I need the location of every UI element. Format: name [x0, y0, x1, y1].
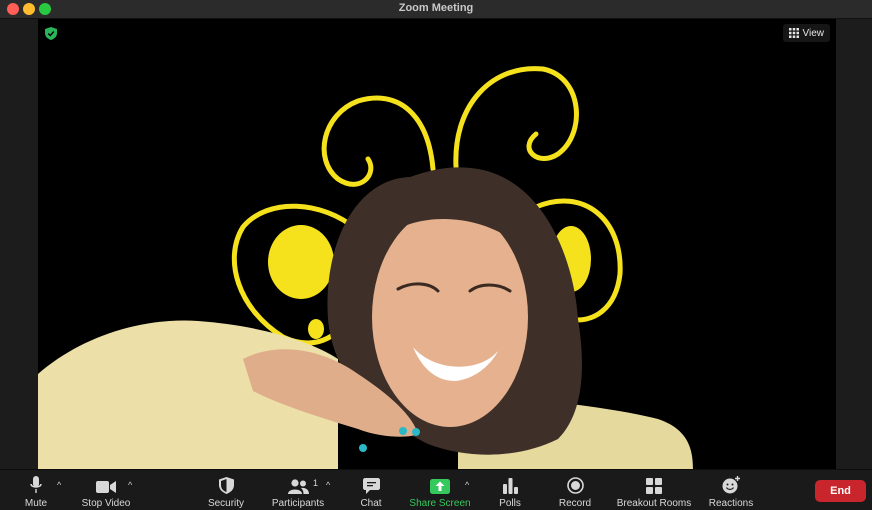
breakout-rooms-icon [646, 478, 662, 494]
encryption-shield-icon[interactable] [45, 27, 57, 40]
microphone-icon [30, 476, 42, 493]
polls-button[interactable]: Polls [496, 474, 524, 510]
share-screen-label: Share Screen [409, 498, 471, 509]
record-icon [566, 477, 584, 494]
security-label: Security [207, 498, 245, 509]
title-bar: Zoom Meeting [0, 0, 872, 19]
security-shield-icon [218, 477, 234, 494]
video-options-chevron-up-icon[interactable]: ^ [128, 480, 132, 490]
polls-bar-chart-icon [502, 478, 518, 494]
security-button[interactable]: Security [205, 474, 247, 510]
reactions-label: Reactions [708, 498, 754, 509]
end-meeting-button[interactable]: End [815, 480, 866, 502]
participants-options-chevron-up-icon[interactable]: ^ [326, 480, 330, 490]
share-screen-icon [430, 479, 450, 494]
reactions-button[interactable]: Reactions [706, 474, 756, 510]
video-feed-illustration [38, 66, 693, 469]
audio-options-chevron-up-icon[interactable]: ^ [57, 480, 61, 490]
stop-video-label: Stop Video [81, 498, 131, 509]
grid-icon [788, 28, 799, 38]
video-camera-icon [96, 481, 116, 493]
stop-video-button[interactable]: Stop Video [80, 474, 132, 510]
antenna-doodles [321, 66, 579, 187]
chat-bubble-icon [362, 478, 380, 494]
chat-label: Chat [360, 498, 382, 509]
participant-video: View [38, 19, 836, 469]
participant-count-badge: 1 [313, 478, 319, 488]
meeting-toolbar: Mute ^ Stop Video ^ Security Participant… [0, 469, 872, 510]
view-label: View [802, 27, 825, 39]
chat-button[interactable]: Chat [356, 474, 386, 510]
window-title: Zoom Meeting [398, 2, 474, 14]
breakout-rooms-label: Breakout Rooms [616, 498, 692, 509]
participants-label: Participants [271, 498, 325, 509]
share-options-chevron-up-icon[interactable]: ^ [465, 480, 469, 490]
record-button[interactable]: Record [557, 474, 593, 510]
mute-button[interactable]: Mute [22, 474, 50, 510]
view-button[interactable]: View [782, 24, 830, 42]
share-screen-button[interactable]: Share Screen [409, 474, 471, 510]
participants-icon [288, 479, 309, 494]
record-label: Record [558, 498, 592, 509]
reactions-smiley-icon [722, 476, 740, 494]
breakout-rooms-button[interactable]: Breakout Rooms [615, 474, 693, 510]
polls-label: Polls [499, 498, 521, 509]
meeting-stage: View [0, 19, 872, 469]
mute-label: Mute [24, 498, 48, 509]
